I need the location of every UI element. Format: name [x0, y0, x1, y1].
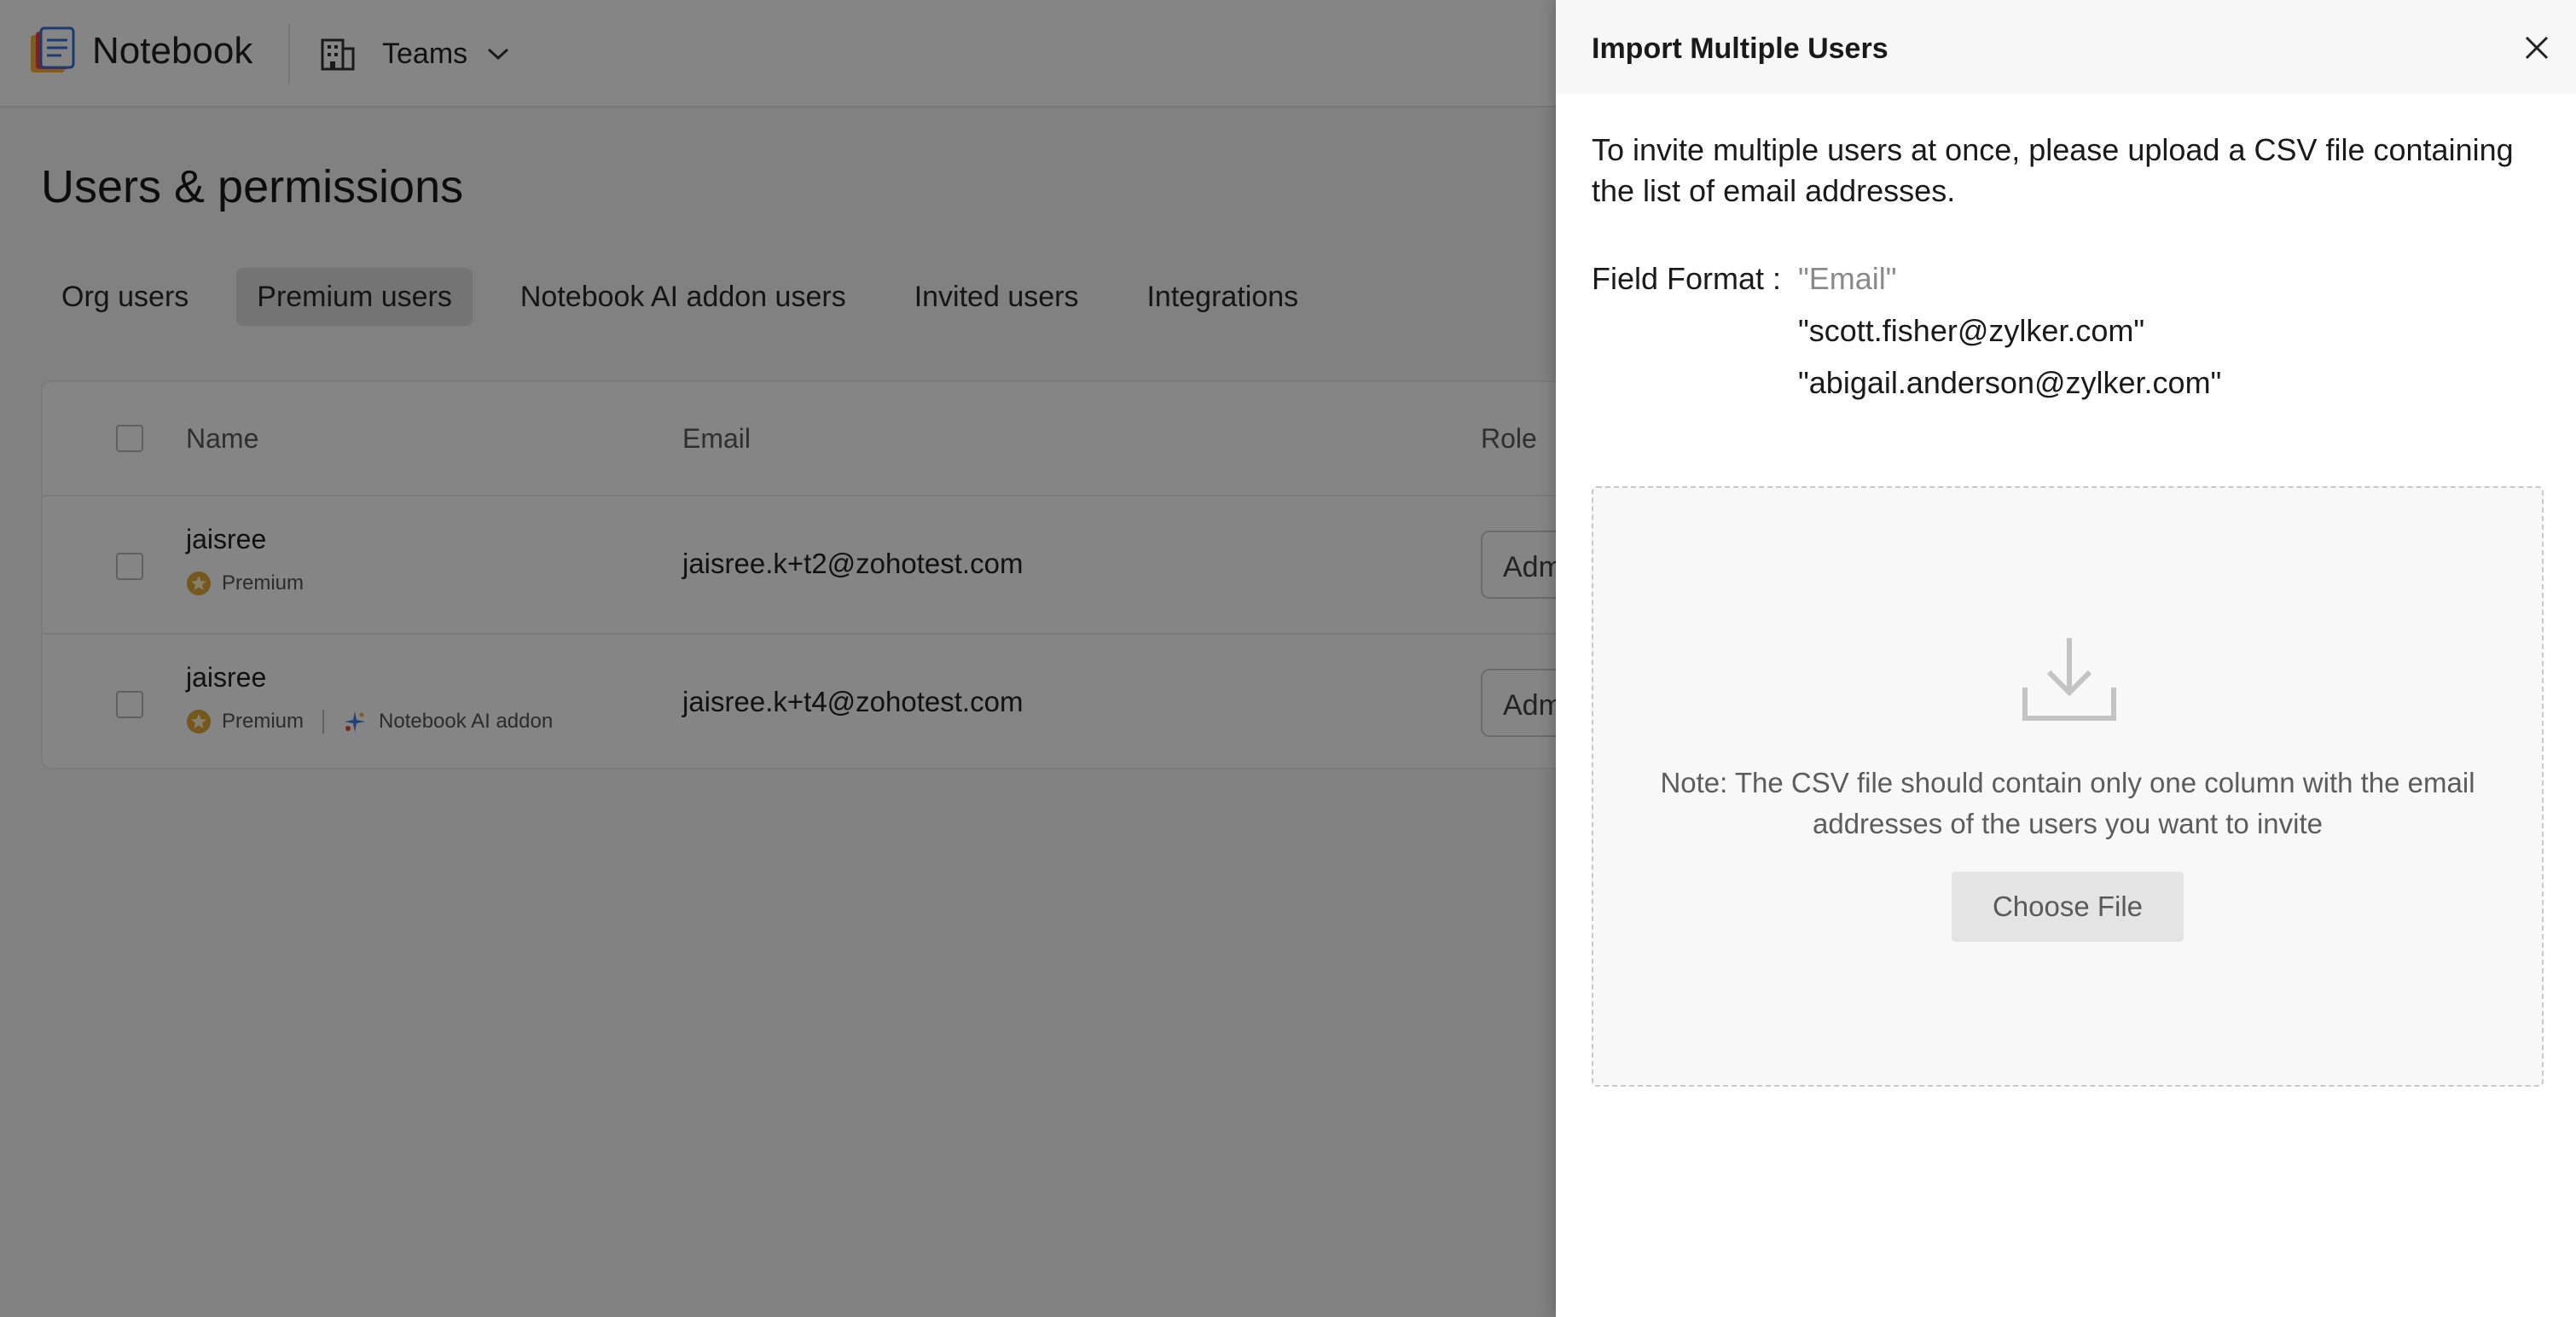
choose-file-button[interactable]: Choose File — [1952, 872, 2184, 942]
close-button[interactable] — [2518, 29, 2556, 67]
close-icon — [2525, 36, 2549, 60]
csv-note: Note: The CSV file should contain only o… — [1660, 767, 2475, 839]
panel-header: Import Multiple Users — [1556, 0, 2576, 94]
field-format-sample: "scott.fisher@zylker.com" — [1798, 313, 2145, 348]
panel-instructions: To invite multiple users at once, please… — [1592, 132, 2514, 208]
download-tray-icon — [2022, 638, 2116, 721]
panel-title: Import Multiple Users — [1592, 32, 1888, 65]
csv-dropzone[interactable]: Note: The CSV file should contain only o… — [1592, 486, 2544, 1087]
field-format-sample: "abigail.anderson@zylker.com" — [1798, 365, 2222, 400]
field-format-header: "Email" — [1798, 261, 1897, 296]
field-format-example: "Email" "scott.fisher@zylker.com" "abiga… — [1798, 261, 2221, 417]
field-format-label: Field Format : — [1592, 261, 1782, 296]
import-users-panel: Import Multiple Users To invite multiple… — [1556, 0, 2576, 1317]
